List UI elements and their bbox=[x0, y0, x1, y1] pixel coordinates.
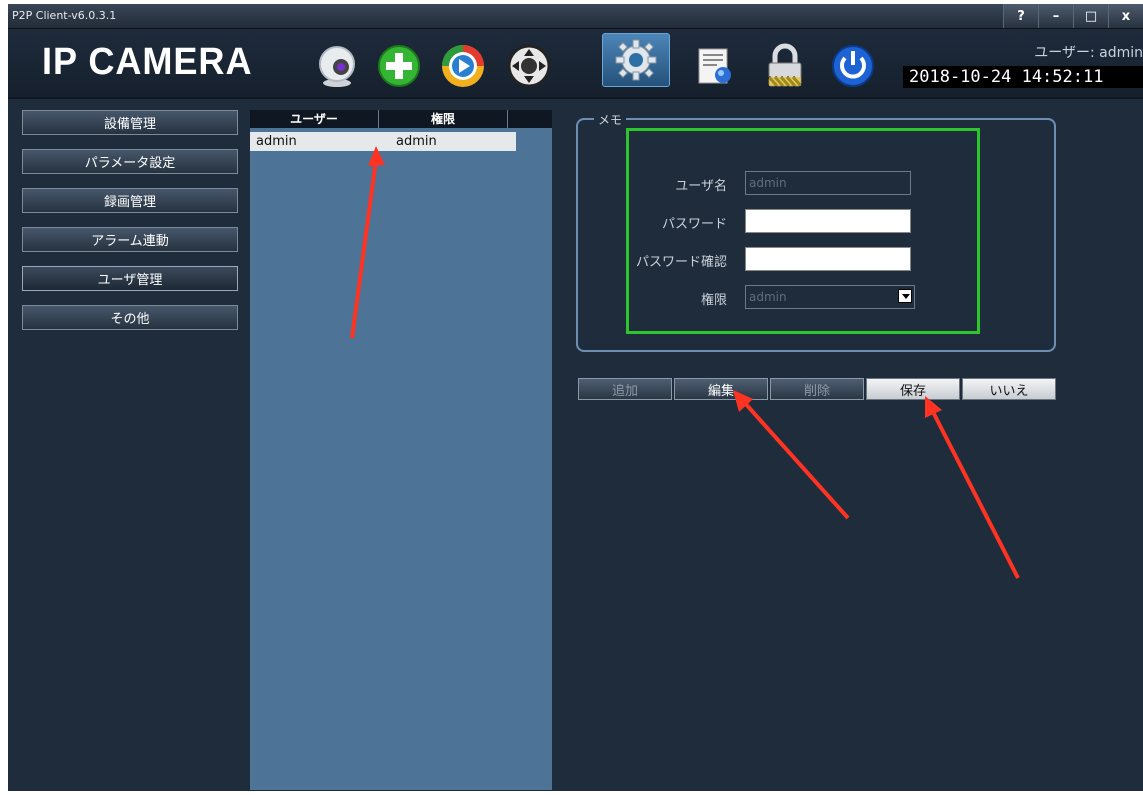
memo-legend: メモ bbox=[594, 111, 627, 128]
column-header-role[interactable]: 権限 bbox=[379, 110, 508, 128]
delete-button[interactable]: 削除 bbox=[770, 378, 864, 400]
sidebar-item-alarm-linkage[interactable]: アラーム連動 bbox=[22, 227, 238, 252]
app-window: P2P Client-v6.0.3.1 ? – □ x IP CAMERA ユー… bbox=[8, 4, 1143, 791]
user-cell: admin bbox=[256, 134, 297, 149]
username-field[interactable]: admin bbox=[745, 171, 911, 195]
column-header-user[interactable]: ユーザー bbox=[250, 110, 379, 128]
action-bar: 追加 編集 削除 保存 いいえ bbox=[578, 378, 1058, 400]
password-field[interactable] bbox=[745, 209, 911, 233]
title-bar: P2P Client-v6.0.3.1 ? – □ x bbox=[8, 4, 1143, 29]
role-select-value: admin bbox=[749, 290, 787, 304]
log-icon[interactable] bbox=[688, 39, 742, 93]
camera-icon[interactable] bbox=[310, 39, 364, 93]
save-button[interactable]: 保存 bbox=[866, 378, 960, 400]
role-select[interactable]: admin bbox=[745, 285, 915, 309]
ptz-control-icon[interactable] bbox=[502, 39, 556, 93]
settings-icon[interactable] bbox=[602, 33, 670, 87]
edit-button[interactable]: 編集 bbox=[674, 378, 768, 400]
role-label: 権限 bbox=[700, 293, 727, 308]
confirm-password-label: パスワード確認 bbox=[635, 255, 727, 270]
sidebar-item-parameter-settings[interactable]: パラメータ設定 bbox=[22, 149, 238, 174]
username-label: ユーザ名 bbox=[675, 179, 727, 194]
header-divider bbox=[8, 97, 1143, 99]
sidebar-item-device-management[interactable]: 設備管理 bbox=[22, 110, 238, 135]
confirm-password-field[interactable] bbox=[745, 247, 911, 271]
app-logo: IP CAMERA bbox=[42, 41, 253, 83]
sidebar-item-user-management[interactable]: ユーザ管理 bbox=[22, 266, 238, 291]
password-label: パスワード bbox=[661, 217, 727, 232]
window-title: P2P Client-v6.0.3.1 bbox=[12, 9, 117, 22]
add-device-icon[interactable] bbox=[372, 39, 426, 93]
cancel-button[interactable]: いいえ bbox=[962, 378, 1056, 400]
datetime-display: 2018-10-24 14:52:11 bbox=[903, 66, 1143, 88]
close-button[interactable]: x bbox=[1108, 4, 1143, 28]
highlight-box: ユーザ名 admin パスワード パスワード確認 権限 admin bbox=[626, 128, 980, 334]
role-cell: admin bbox=[396, 134, 437, 149]
add-button[interactable]: 追加 bbox=[578, 378, 672, 400]
sidebar-item-other[interactable]: その他 bbox=[22, 305, 238, 330]
sidebar: 設備管理 パラメータ設定 録画管理 アラーム連動 ユーザ管理 その他 bbox=[22, 110, 238, 344]
playback-icon[interactable] bbox=[436, 39, 490, 93]
help-button[interactable]: ? bbox=[1003, 4, 1038, 28]
user-list: ユーザー 権限 admin admin bbox=[250, 110, 552, 790]
memo-group: メモ ユーザ名 admin パスワード パスワード確認 権限 admin bbox=[576, 111, 1056, 352]
table-row[interactable]: admin admin bbox=[250, 132, 516, 151]
power-icon[interactable] bbox=[826, 39, 880, 93]
minimize-button[interactable]: – bbox=[1038, 4, 1073, 28]
sidebar-item-recording-management[interactable]: 録画管理 bbox=[22, 188, 238, 213]
current-user-label: ユーザー: admin bbox=[1034, 45, 1143, 61]
lock-icon[interactable] bbox=[758, 39, 812, 93]
header: IP CAMERA ユーザー: admin 2018-10-24 14:52:1… bbox=[8, 29, 1143, 97]
user-list-header: ユーザー 権限 bbox=[250, 110, 552, 128]
maximize-button[interactable]: □ bbox=[1073, 4, 1108, 28]
chevron-down-icon[interactable] bbox=[898, 289, 912, 303]
